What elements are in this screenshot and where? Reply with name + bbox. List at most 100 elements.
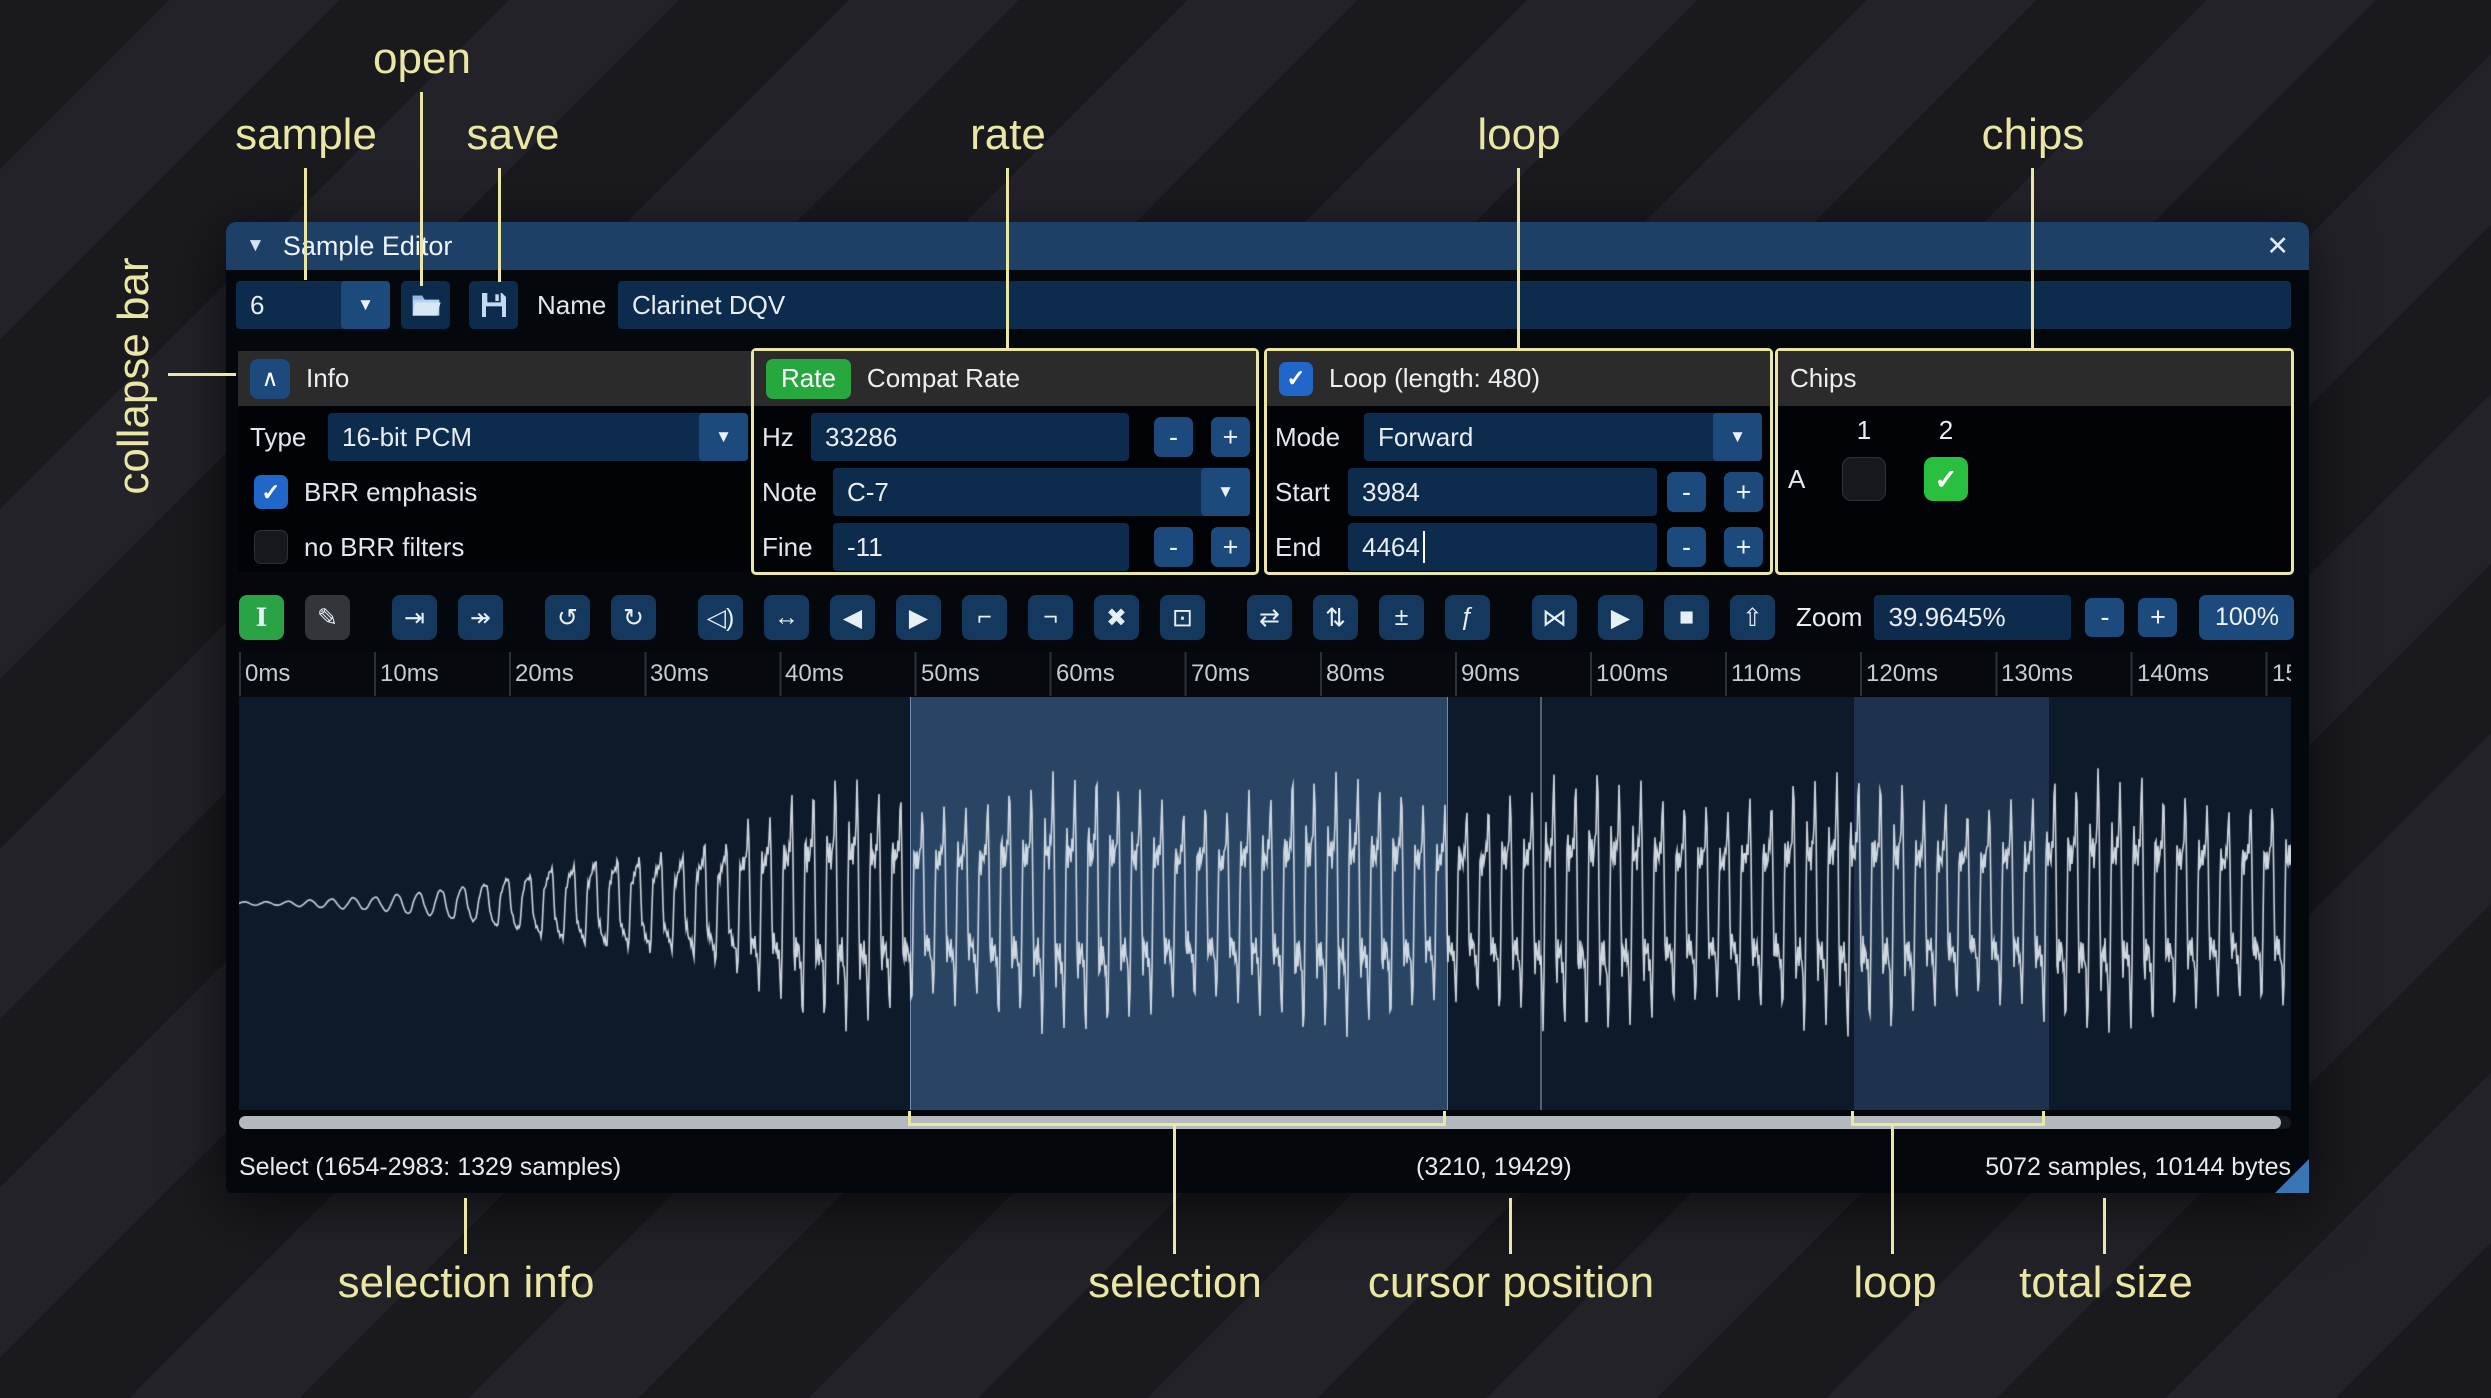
fine-label: Fine: [762, 532, 813, 562]
stop-preview-button[interactable]: ■: [1664, 595, 1709, 640]
hz-input[interactable]: 33286: [811, 413, 1129, 461]
loop-mode-value: Forward: [1378, 421, 1474, 452]
annotation-chips: chips: [1981, 110, 2085, 159]
hz-decrease-button[interactable]: -: [1154, 417, 1193, 457]
invert-button[interactable]: ⇅: [1313, 595, 1358, 640]
annotation-open: open: [373, 34, 471, 83]
chip-column-2-label: 2: [1938, 415, 1954, 445]
loop-enable-checkbox[interactable]: ✓: [1279, 361, 1313, 396]
timeline-tick: 40ms: [785, 660, 844, 687]
annotation-loop-bottom: loop: [1853, 1258, 1937, 1307]
no-brr-filters-row: no BRR filters: [238, 523, 752, 571]
timeline-tick: 20ms: [515, 660, 574, 687]
scrollbar-thumb[interactable]: [239, 1116, 2281, 1129]
note-label: Note: [762, 477, 817, 507]
rate-panel-header: Rate Compat Rate: [754, 351, 1256, 406]
close-button[interactable]: ✕: [2266, 231, 2289, 262]
info-panel-title: Info: [306, 363, 350, 393]
reverse-button[interactable]: ⇄: [1247, 595, 1292, 640]
loop-start-increase-button[interactable]: +: [1724, 472, 1763, 512]
window-collapse-icon[interactable]: ▼: [246, 235, 265, 257]
no-brr-filters-checkbox[interactable]: [254, 530, 288, 564]
compat-rate-tab[interactable]: Compat Rate: [867, 363, 1020, 394]
window-titlebar: ▼ Sample Editor ✕: [226, 222, 2309, 270]
type-dropdown-arrow-icon[interactable]: ▼: [699, 413, 748, 461]
loop-mode-dropdown-arrow-icon[interactable]: ▼: [1713, 413, 1762, 461]
note-dropdown-arrow-icon[interactable]: ▼: [1201, 468, 1250, 516]
sample-editor-window: ▼ Sample Editor ✕ 6 ▼ Name Clarinet DQV …: [226, 222, 2309, 1193]
loop-start-decrease-button[interactable]: -: [1667, 472, 1706, 512]
loop-end-input[interactable]: 4464: [1348, 523, 1657, 571]
sample-dropdown-arrow-icon[interactable]: ▼: [341, 281, 390, 329]
open-folder-icon: [412, 295, 441, 316]
hz-value: 33286: [825, 421, 898, 452]
total-size-text: 5072 samples, 10144 bytes: [1985, 1153, 2291, 1181]
filter-button[interactable]: ƒ: [1445, 595, 1490, 640]
zoom-input[interactable]: 39.9645%: [1874, 595, 2072, 640]
apply-silence-button[interactable]: ¬: [1028, 595, 1073, 640]
normalize-button[interactable]: ↔: [764, 595, 809, 640]
fine-input[interactable]: -11: [833, 523, 1129, 571]
info-panel-header: ∧ Info: [238, 351, 752, 406]
upload-sample-button[interactable]: ⇧: [1730, 595, 1775, 640]
resize-stretch-button[interactable]: ↠: [458, 595, 503, 640]
sample-toolbar: I ✎ ⇥ ↠ ↺ ↻ ◁) ↔ ◀ ▶ ⌐ ¬ ✖ ⊡ ⇄ ⇅ ± ƒ ⋈ ▶…: [239, 595, 2295, 640]
undo-button[interactable]: ↺: [545, 595, 590, 640]
timeline-tick: 130ms: [2001, 660, 2074, 687]
zoom-reset-button[interactable]: 100%: [2199, 595, 2295, 640]
insert-silence-button[interactable]: ⌐: [962, 595, 1007, 640]
annotation-sample: sample: [235, 110, 377, 159]
type-label: Type: [250, 422, 307, 452]
name-input[interactable]: Clarinet DQV: [618, 281, 2291, 329]
window-resize-grip[interactable]: [2275, 1159, 2309, 1193]
loop-panel-header: ✓ Loop (length: 480): [1267, 351, 1770, 406]
timeline-tick: 0ms: [245, 660, 291, 687]
draw-tool-button[interactable]: ✎: [305, 595, 350, 640]
loop-mode-row: Mode Forward ▼: [1267, 413, 1770, 461]
timeline-ruler[interactable]: 0ms 10ms 20ms 30ms 40ms 50ms 60ms 70ms 8…: [239, 652, 2291, 696]
collapse-bar-button[interactable]: ∧: [250, 358, 290, 399]
sign-button[interactable]: ±: [1379, 595, 1424, 640]
loop-end-value: 4464: [1362, 531, 1420, 562]
annotation-collapse-bar: collapse bar: [109, 257, 158, 495]
chip-a-2-checkbox[interactable]: ✓: [1924, 457, 1968, 501]
chips-row-a: A ✓: [1778, 457, 2291, 502]
selection-info-annotation-line: [464, 1198, 467, 1254]
fine-decrease-button[interactable]: -: [1154, 527, 1193, 567]
annotation-rate: rate: [970, 110, 1046, 159]
zoom-in-button[interactable]: +: [2138, 598, 2178, 637]
rate-tab[interactable]: Rate: [766, 358, 851, 399]
loop-end-row: End 4464 - +: [1267, 523, 1770, 571]
waveform-display[interactable]: [239, 697, 2291, 1110]
redo-button[interactable]: ↻: [611, 595, 656, 640]
chips-panel-header: Chips: [1778, 351, 2291, 406]
zoom-out-button[interactable]: -: [2085, 598, 2125, 637]
loop-panel: ✓ Loop (length: 480) Mode Forward ▼ Star…: [1264, 348, 1773, 575]
loop-mode-dropdown[interactable]: Forward ▼: [1364, 413, 1762, 461]
open-button[interactable]: [401, 281, 450, 329]
loop-start-row: Start 3984 - +: [1267, 468, 1770, 516]
loop-start-input[interactable]: 3984: [1348, 468, 1657, 516]
trim-button[interactable]: ⊡: [1160, 595, 1205, 640]
create-wavetable-button[interactable]: ⋈: [1532, 595, 1577, 640]
amplify-button[interactable]: ◁): [698, 595, 743, 640]
fade-out-button[interactable]: ▶: [896, 595, 941, 640]
loop-end-decrease-button[interactable]: -: [1667, 527, 1706, 567]
sample-selector[interactable]: 6 ▼: [236, 281, 390, 329]
loop-mode-label: Mode: [1275, 422, 1341, 452]
hz-increase-button[interactable]: +: [1211, 417, 1250, 457]
chip-a-1-checkbox[interactable]: [1842, 457, 1886, 501]
chip-row-a-label: A: [1788, 464, 1806, 494]
select-tool-button[interactable]: I: [239, 595, 284, 640]
note-dropdown[interactable]: C-7 ▼: [833, 468, 1250, 516]
fade-in-button[interactable]: ◀: [830, 595, 875, 640]
waveform-scrollbar[interactable]: [239, 1116, 2291, 1129]
delete-button[interactable]: ✖: [1094, 595, 1139, 640]
type-dropdown[interactable]: 16-bit PCM ▼: [328, 413, 748, 461]
save-button[interactable]: [469, 281, 518, 329]
brr-emphasis-checkbox[interactable]: ✓: [254, 475, 288, 509]
resize-button[interactable]: ⇥: [392, 595, 437, 640]
loop-end-increase-button[interactable]: +: [1724, 527, 1763, 567]
preview-button[interactable]: ▶: [1598, 595, 1643, 640]
fine-increase-button[interactable]: +: [1211, 527, 1250, 567]
